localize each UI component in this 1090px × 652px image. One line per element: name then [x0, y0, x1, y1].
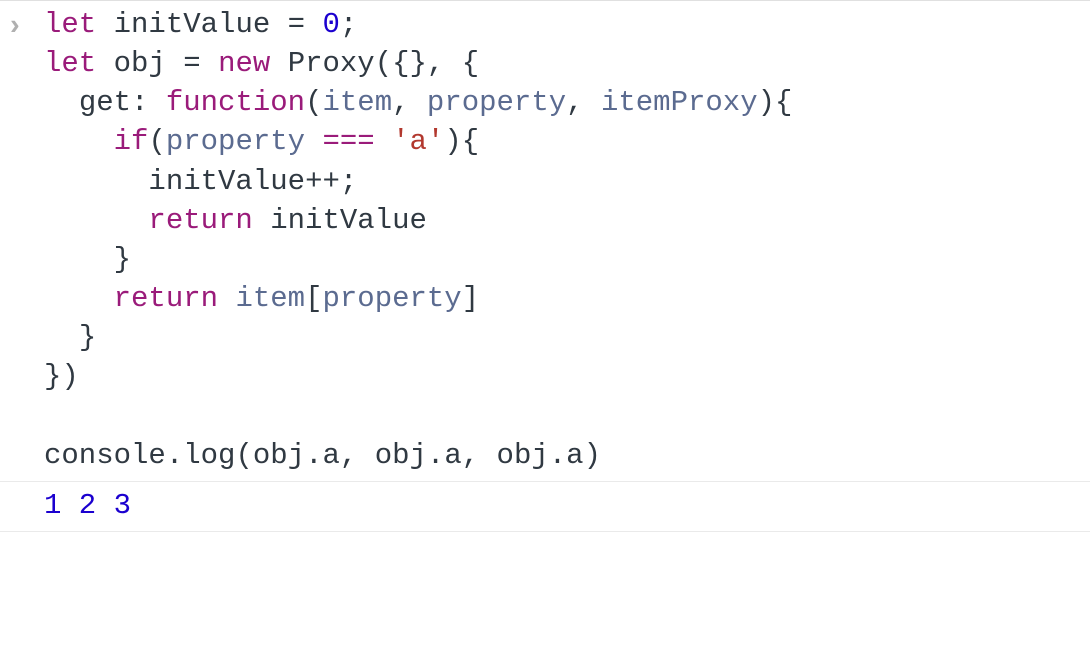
chevron-right-icon: ›	[6, 7, 23, 46]
output-gutter	[6, 486, 44, 488]
param-itemProxy: itemProxy	[601, 86, 758, 119]
ref-initValue-2: initValue	[270, 204, 427, 237]
proxy-class: Proxy	[288, 47, 375, 80]
var-obj: obj	[114, 47, 166, 80]
console-panel: › let initValue = 0; let obj = new Proxy…	[0, 0, 1090, 532]
var-initValue: initValue	[114, 8, 271, 41]
console-output-entry: 1 2 3	[0, 482, 1090, 532]
kw-if: if	[114, 125, 149, 158]
kw-return-2: return	[114, 282, 218, 315]
param-property: property	[427, 86, 566, 119]
kw-return-1: return	[148, 204, 252, 237]
ref-item: item	[235, 282, 305, 315]
kw-let-2: let	[44, 47, 96, 80]
input-gutter: ›	[6, 5, 44, 46]
str-a: 'a'	[392, 125, 444, 158]
num-zero: 0	[322, 8, 339, 41]
console-input-entry[interactable]: › let initValue = 0; let obj = new Proxy…	[0, 1, 1090, 482]
ref-initValue-1: initValue	[148, 165, 305, 198]
ref-console: console	[44, 439, 166, 472]
prop-get: get	[79, 86, 131, 119]
method-log: log	[183, 439, 235, 472]
ref-property-2: property	[322, 282, 461, 315]
kw-let-1: let	[44, 8, 96, 41]
kw-new: new	[218, 47, 270, 80]
ref-property-1: property	[166, 125, 305, 158]
op-strict-eq: ===	[322, 125, 374, 158]
kw-function: function	[166, 86, 305, 119]
param-item: item	[322, 86, 392, 119]
console-output: 1 2 3	[44, 486, 131, 525]
code-input[interactable]: let initValue = 0; let obj = new Proxy({…	[44, 5, 1082, 475]
